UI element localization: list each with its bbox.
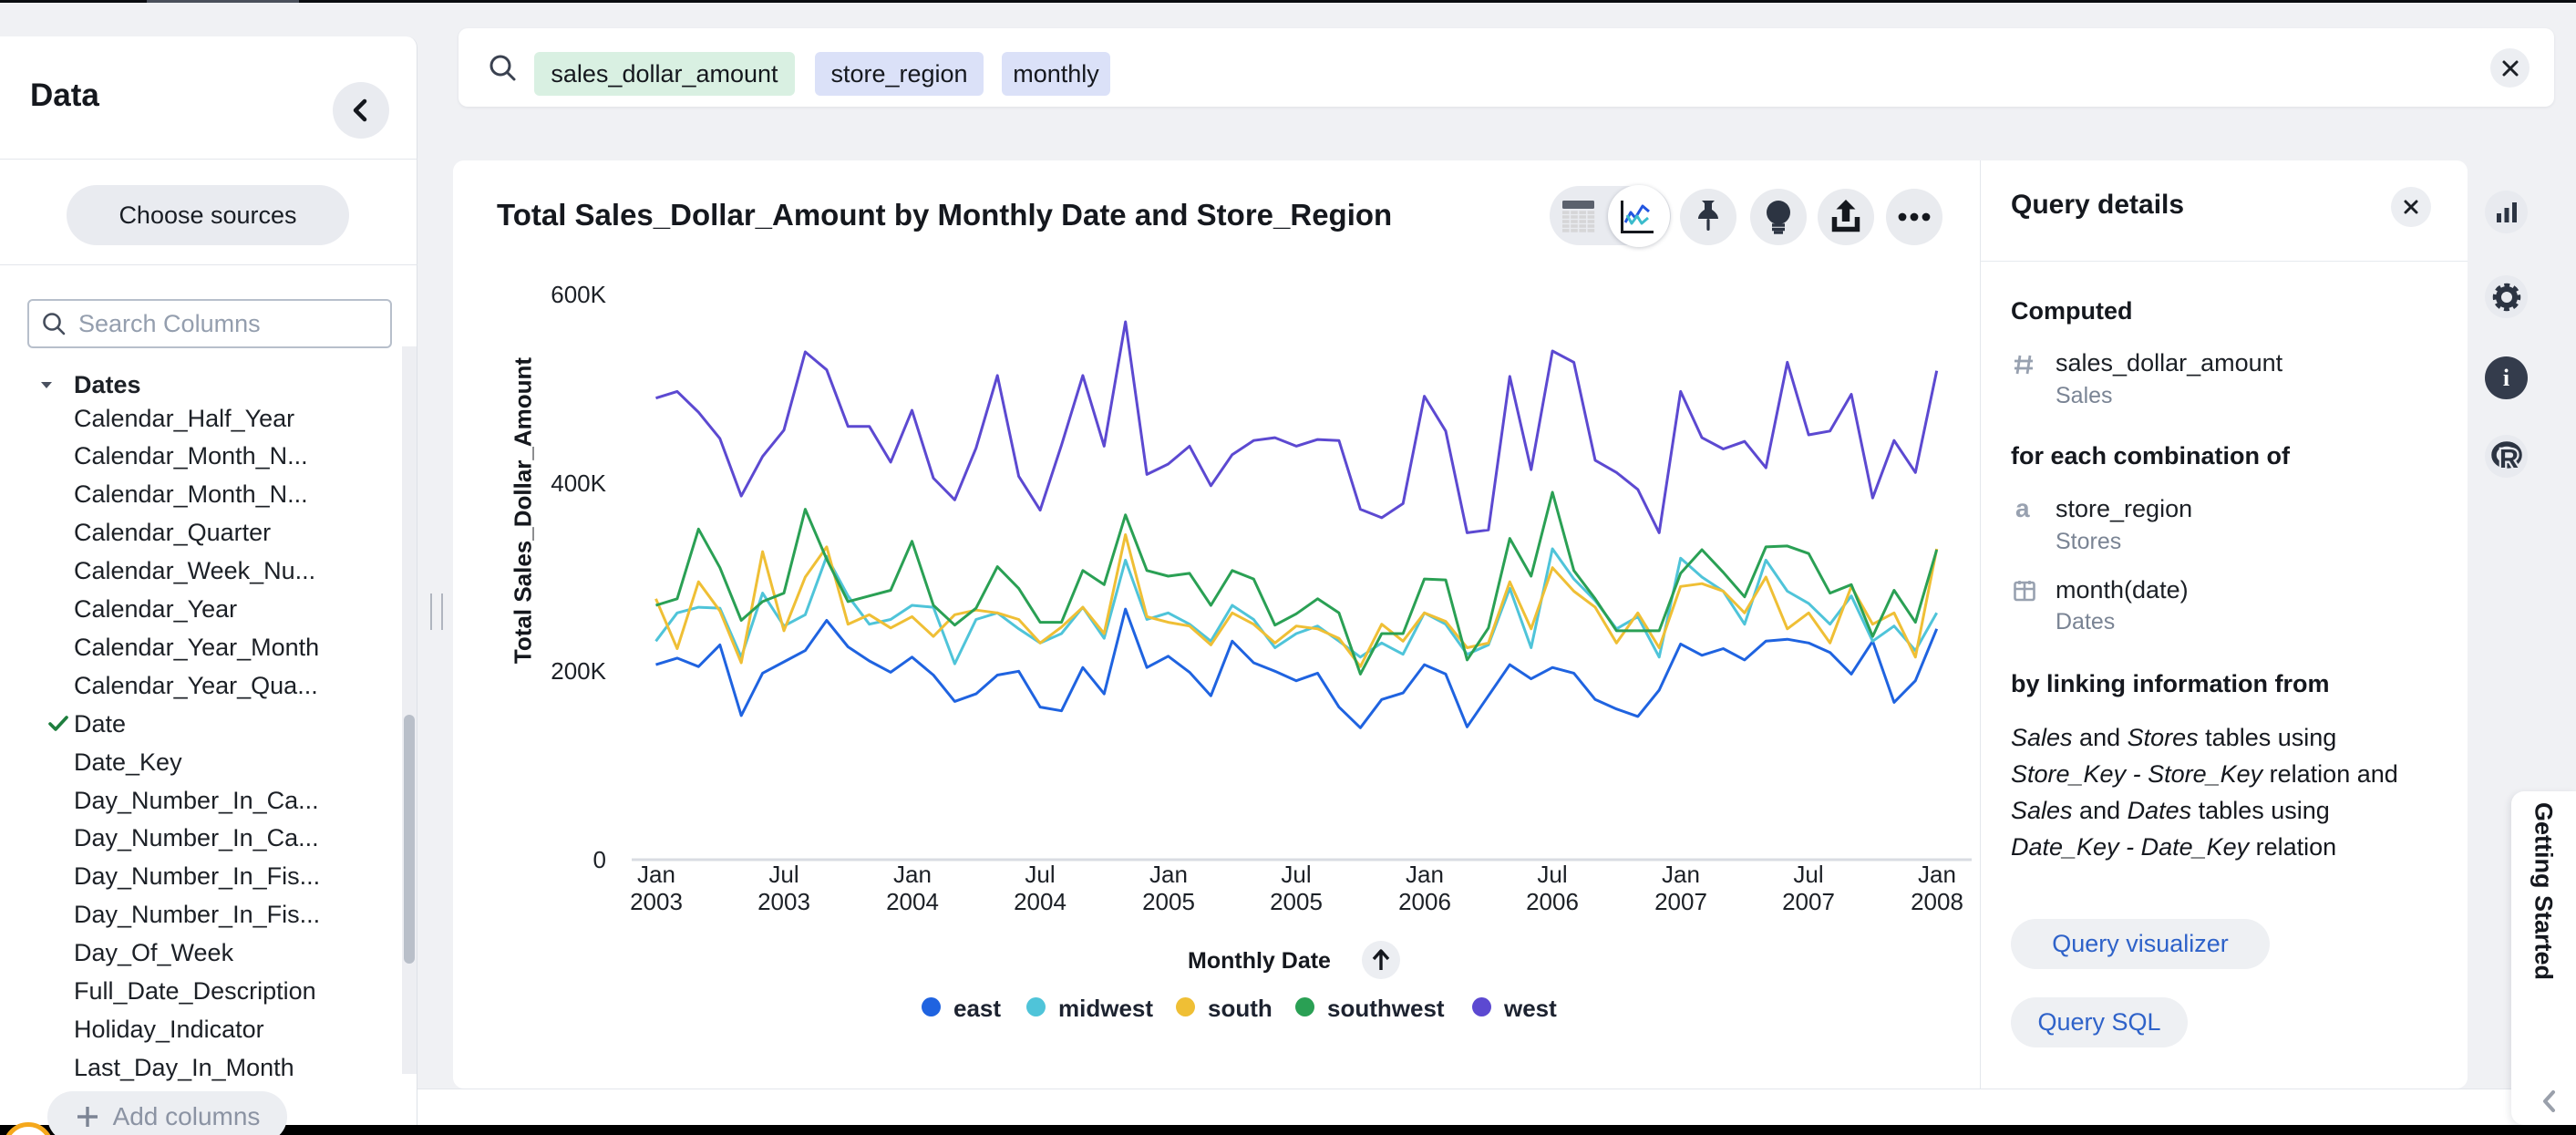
svg-text:R: R: [2499, 445, 2519, 474]
